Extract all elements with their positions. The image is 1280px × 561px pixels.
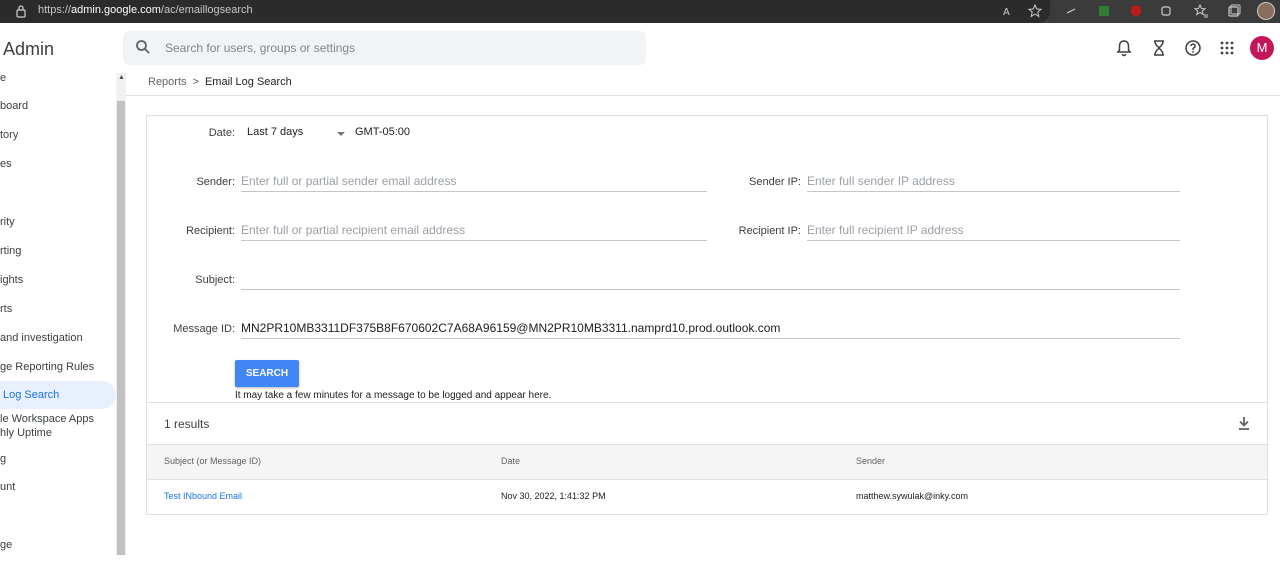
sidebar-item-audit-investigation[interactable]: and investigation: [0, 324, 116, 352]
sidebar-item-label: le Workspace Apps: [0, 413, 94, 425]
sidebar-item-label: board: [0, 100, 29, 112]
sidebar-item-devices[interactable]: es: [0, 150, 116, 178]
sidebar-item-label: rity: [0, 216, 15, 228]
sidebar-item-security[interactable]: rity: [0, 208, 116, 236]
sidebar-item-label: rts: [0, 303, 13, 315]
recipient-label: Recipient:: [186, 225, 235, 237]
results-count: 1 results: [164, 417, 210, 431]
sidebar-item-label: ge Reporting Rules: [0, 361, 95, 373]
sidebar-item-label: e: [0, 72, 7, 84]
admin-brand[interactable]: Admin: [3, 39, 54, 60]
sidebar-item-account[interactable]: unt: [0, 475, 116, 503]
sidebar-item-label: es: [0, 158, 12, 170]
breadcrumb-reports-link[interactable]: Reports: [148, 76, 187, 88]
breadcrumb-divider: [126, 95, 1280, 96]
apps-grid-icon[interactable]: [1217, 38, 1237, 58]
subject-label: Subject:: [195, 274, 235, 286]
lock-icon: [16, 5, 26, 18]
recipient-ip-input[interactable]: [807, 219, 1180, 241]
sender-ip-input[interactable]: [807, 170, 1180, 192]
notifications-bell-icon[interactable]: [1114, 38, 1134, 58]
recipient-input[interactable]: [241, 219, 707, 241]
extensions-puzzle-icon[interactable]: [1158, 3, 1174, 19]
sidebar-item-insights[interactable]: ights: [0, 266, 116, 294]
breadcrumb: Reports > Email Log Search: [148, 76, 292, 88]
date-dropdown-arrow-icon[interactable]: [337, 132, 345, 136]
extension-arrow-icon[interactable]: [1063, 3, 1079, 19]
breadcrumb-separator: >: [192, 76, 199, 88]
sidebar-item-reports[interactable]: rts: [0, 295, 116, 323]
sidebar-item-label: tory: [0, 129, 19, 141]
result-date: Nov 30, 2022, 1:41:32 PM: [501, 491, 606, 501]
browser-toolbar: https://admin.google.com/ac/emaillogsear…: [0, 0, 1280, 23]
sender-label: Sender:: [196, 176, 235, 188]
sidebar-item-label: hly Uptime: [0, 427, 52, 439]
url-text[interactable]: https://admin.google.com/ac/emaillogsear…: [38, 4, 253, 16]
sidebar-item-label: Log Search: [3, 389, 60, 401]
url-prefix: https://: [38, 4, 72, 16]
email-log-search-card: Date: Last 7 days GMT-05:00 Sender: Send…: [146, 115, 1268, 515]
column-header-subject[interactable]: Subject (or Message ID): [164, 456, 261, 466]
sidebar-item-label: unt: [0, 481, 16, 493]
sidebar-item-label: rting: [0, 245, 22, 257]
sidebar-item-storage[interactable]: ge: [0, 533, 116, 561]
scroll-up-arrow-icon[interactable]: ▲: [118, 74, 125, 81]
search-input[interactable]: [165, 38, 625, 58]
favorites-icon[interactable]: [1193, 3, 1209, 19]
column-header-date[interactable]: Date: [501, 456, 520, 466]
browser-profile-avatar[interactable]: [1257, 2, 1275, 20]
table-header-bottom-rule: [147, 479, 1267, 480]
date-label: Date:: [208, 127, 235, 139]
result-subject-link[interactable]: Test INbound Email: [164, 491, 242, 501]
account-avatar[interactable]: M: [1250, 36, 1274, 60]
subject-input[interactable]: [241, 268, 1180, 290]
sidebar-item-dashboard[interactable]: board: [0, 92, 116, 120]
hourglass-tasks-icon[interactable]: [1149, 38, 1169, 58]
sender-input[interactable]: [241, 170, 707, 192]
results-table-header: Subject (or Message ID) Date Sender: [147, 444, 1267, 479]
global-search[interactable]: [123, 31, 646, 65]
sidebar-item-email-log-search[interactable]: Log Search: [0, 381, 116, 409]
sidebar-nav: e board tory es rity rting ights rts and…: [0, 72, 116, 555]
message-id-label: Message ID:: [173, 323, 235, 335]
url-domain: admin.google.com: [71, 4, 161, 16]
sidebar-item-label: and investigation: [0, 332, 83, 344]
message-id-input[interactable]: [241, 317, 1180, 339]
sidebar-item-label: g: [0, 453, 7, 465]
table-header-top-rule: [147, 444, 1267, 445]
timezone-label: GMT-05:00: [355, 126, 411, 138]
sender-ip-label: Sender IP:: [749, 176, 801, 188]
extension-ublock-icon[interactable]: [1128, 3, 1144, 19]
help-icon[interactable]: [1183, 38, 1203, 58]
app-header: Admin M: [0, 23, 1280, 73]
date-range-select[interactable]: Last 7 days: [247, 126, 303, 138]
sidebar-item-monthly-uptime[interactable]: hly Uptime: [0, 425, 116, 453]
sidebar-item-reporting[interactable]: rting: [0, 237, 116, 265]
search-hint-text: It may take a few minutes for a message …: [235, 390, 552, 401]
sidebar-item-label: ights: [0, 274, 24, 286]
results-divider: [147, 402, 1267, 403]
sidebar-scrollbar-thumb[interactable]: [117, 101, 125, 555]
column-header-sender[interactable]: Sender: [856, 456, 885, 466]
read-aloud-icon[interactable]: A: [1001, 3, 1017, 19]
favorite-add-icon[interactable]: [1027, 3, 1043, 19]
sidebar-item-billing[interactable]: g: [0, 450, 116, 478]
sidebar-item-label: ge: [0, 539, 13, 551]
search-icon[interactable]: [135, 39, 151, 55]
extension-green-icon[interactable]: [1096, 3, 1112, 19]
download-icon[interactable]: [1237, 415, 1251, 431]
svg-text:A: A: [1003, 7, 1010, 18]
collections-icon[interactable]: [1226, 3, 1242, 19]
recipient-ip-label: Recipient IP:: [738, 225, 801, 237]
url-path: /ac/emaillogsearch: [160, 4, 253, 16]
address-bar[interactable]: https://admin.google.com/ac/emaillogsear…: [0, 0, 1050, 23]
sidebar-item-usage-reporting-rules[interactable]: ge Reporting Rules: [0, 353, 116, 381]
sidebar-item-home[interactable]: e: [0, 63, 116, 91]
search-button[interactable]: SEARCH: [235, 360, 299, 387]
breadcrumb-current: Email Log Search: [204, 76, 292, 88]
sidebar-item-directory[interactable]: tory: [0, 121, 116, 149]
result-sender: matthew.sywulak@inky.com: [856, 491, 969, 501]
